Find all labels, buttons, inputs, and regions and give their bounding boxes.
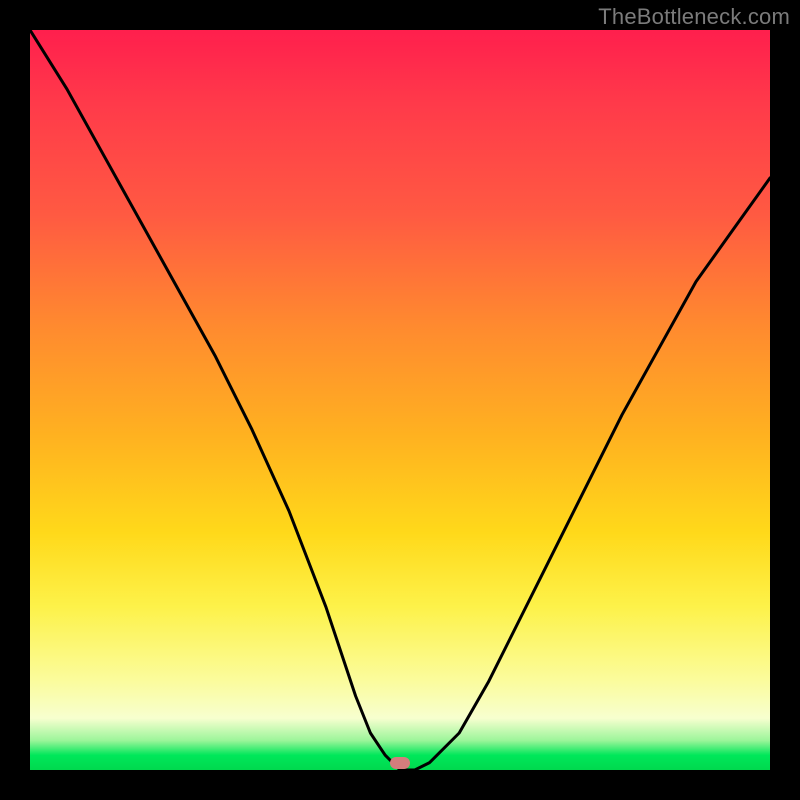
bottleneck-curve xyxy=(30,30,770,770)
chart-frame: TheBottleneck.com xyxy=(0,0,800,800)
plot-area xyxy=(30,30,770,770)
optimum-marker xyxy=(390,757,410,769)
watermark-text: TheBottleneck.com xyxy=(598,4,790,30)
